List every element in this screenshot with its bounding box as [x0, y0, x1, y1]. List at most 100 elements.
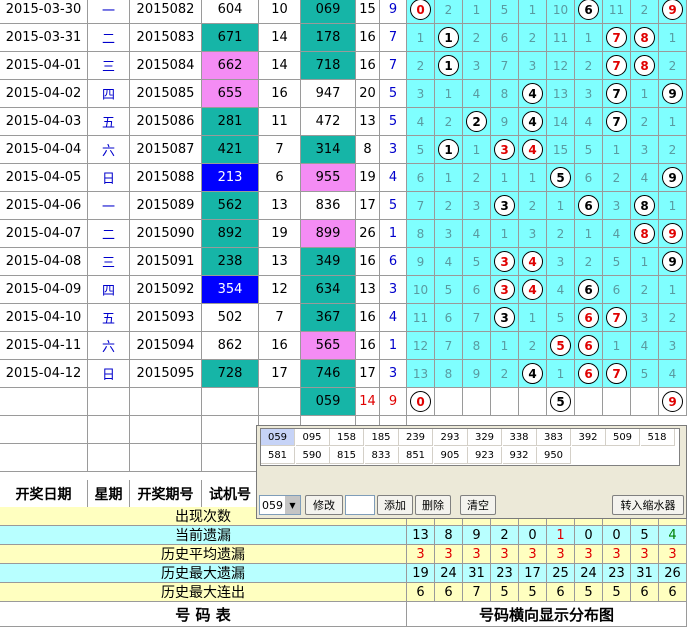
miss-count: 4 [444, 254, 453, 269]
trial-number-cell: 655 [202, 80, 259, 108]
digit-cell: 9 [659, 248, 687, 276]
digit-cell: 1 [631, 248, 659, 276]
digit-cell: 10 [547, 0, 575, 24]
miss-count: 3 [528, 58, 537, 73]
digit-cell: 8 [631, 192, 659, 220]
miss-count: 2 [444, 198, 453, 213]
digit-cell: 3 [575, 80, 603, 108]
combo-select[interactable]: 059 ▼ [259, 495, 301, 515]
combo-item[interactable]: 851 [399, 447, 433, 464]
predict-digit-cell [603, 388, 631, 416]
combo-item[interactable]: 239 [399, 429, 433, 446]
digit-cell: 1 [547, 360, 575, 388]
trial-number-cell: 862 [202, 332, 259, 360]
weekday-cell: 二 [88, 220, 130, 248]
stat-value: 6 [547, 583, 575, 602]
miss-count: 1 [584, 30, 593, 45]
stat-value: 3 [603, 545, 631, 564]
number-ball: 8 [634, 27, 655, 48]
span-cell: 10 [259, 0, 301, 24]
miss-count: 7 [472, 310, 481, 325]
header-period: 开奖期号 [130, 480, 202, 508]
trial-number-cell: 502 [202, 304, 259, 332]
empty-cell [0, 416, 88, 444]
modify-button[interactable]: 修改 [305, 495, 343, 515]
stat-value: 1 [547, 526, 575, 545]
span-cell: 14 [259, 24, 301, 52]
tail-cell: 5 [380, 192, 407, 220]
winning-number-cell: 899 [301, 220, 356, 248]
stat-value: 3 [575, 545, 603, 564]
digit-cell: 10 [407, 276, 435, 304]
tail-cell: 6 [380, 248, 407, 276]
clear-button[interactable]: 清空 [460, 495, 496, 515]
empty-cell [202, 416, 259, 444]
digit-cell: 6 [575, 192, 603, 220]
miss-count: 3 [556, 254, 565, 269]
winning-number-cell: 746 [301, 360, 356, 388]
transfer-to-filter-button[interactable]: 转入缩水器 [612, 495, 684, 515]
chevron-down-icon[interactable]: ▼ [285, 496, 300, 514]
combo-item[interactable]: 518 [640, 429, 675, 446]
combo-item[interactable]: 923 [468, 447, 502, 464]
miss-count: 6 [472, 282, 481, 297]
digit-cell: 2 [659, 304, 687, 332]
number-ball: 9 [662, 83, 683, 104]
combo-item[interactable]: 059 [261, 429, 295, 446]
miss-count: 2 [444, 114, 453, 129]
stat-value: 5 [575, 583, 603, 602]
delete-button[interactable]: 删除 [415, 495, 451, 515]
weekday-cell: 二 [88, 24, 130, 52]
miss-count: 1 [416, 30, 425, 45]
tail-cell: 7 [380, 52, 407, 80]
combo-item[interactable]: 185 [364, 429, 399, 446]
digit-cell: 2 [547, 220, 575, 248]
tail-cell: 5 [380, 80, 407, 108]
digit-cell: 2 [435, 0, 463, 24]
combo-item[interactable]: 293 [433, 429, 468, 446]
tail-cell: 4 [380, 164, 407, 192]
combo-item[interactable]: 950 [537, 447, 571, 464]
digit-cell: 6 [575, 0, 603, 24]
stat-value: 23 [491, 564, 519, 583]
number-ball: 7 [606, 55, 627, 76]
combo-item[interactable]: 905 [433, 447, 468, 464]
combo-item[interactable]: 095 [295, 429, 330, 446]
combo-item[interactable]: 392 [571, 429, 606, 446]
winning-number-cell: 367 [301, 304, 356, 332]
digit-cell: 6 [575, 360, 603, 388]
combo-item[interactable]: 158 [330, 429, 364, 446]
weekday-cell: 三 [88, 52, 130, 80]
combo-item[interactable]: 815 [330, 447, 364, 464]
digit-cell: 3 [463, 52, 491, 80]
combo-item[interactable]: 338 [502, 429, 537, 446]
miss-count: 6 [612, 282, 621, 297]
miss-count: 2 [612, 170, 621, 185]
combo-item[interactable]: 329 [468, 429, 502, 446]
combo-item[interactable]: 581 [261, 447, 295, 464]
tail-cell: 5 [380, 108, 407, 136]
miss-count: 3 [444, 226, 453, 241]
combo-item[interactable]: 590 [295, 447, 330, 464]
stat-label: 历史最大连出 [0, 583, 407, 602]
combo-item[interactable]: 932 [502, 447, 537, 464]
sum-cell: 26 [356, 220, 380, 248]
stat-value: 9 [463, 526, 491, 545]
add-button[interactable]: 添加 [377, 495, 413, 515]
winning-number-cell: 565 [301, 332, 356, 360]
miss-count: 2 [640, 282, 649, 297]
footer-distribution-chart: 号码横向显示分布图 [407, 602, 687, 627]
digit-cell: 15 [547, 136, 575, 164]
digit-cell: 1 [491, 164, 519, 192]
span-cell: 6 [259, 164, 301, 192]
number-ball: 1 [438, 55, 459, 76]
digit-cell: 5 [547, 304, 575, 332]
trial-number-cell: 604 [202, 0, 259, 24]
number-input[interactable] [345, 495, 375, 515]
miss-count: 4 [640, 338, 649, 353]
combo-item[interactable]: 509 [606, 429, 640, 446]
combo-item[interactable]: 833 [364, 447, 399, 464]
combo-item[interactable]: 383 [537, 429, 571, 446]
predict-digit-cell [435, 388, 463, 416]
digit-cell: 1 [463, 136, 491, 164]
